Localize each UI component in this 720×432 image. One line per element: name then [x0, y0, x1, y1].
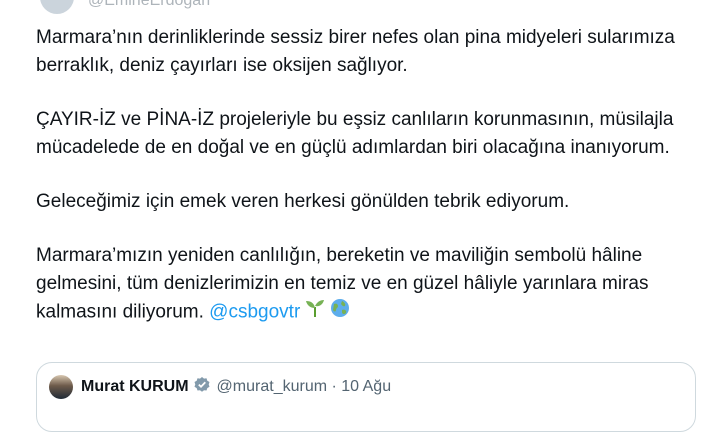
verified-badge-icon: [193, 376, 211, 399]
tweet-text: Marmara’nın derinliklerinde sessiz birer…: [36, 24, 696, 327]
globe-icon: [330, 298, 350, 327]
avatar[interactable]: [49, 375, 73, 399]
tweet-paragraph: Geleceğimiz için emek veren herkesi gönü…: [36, 191, 570, 212]
mention-link[interactable]: @csbgovtr: [209, 302, 300, 323]
author-handle[interactable]: @EmineErdogan: [88, 0, 210, 10]
quoted-tweet-header: Murat KURUM @murat_kurum · 10 Ağu: [49, 375, 391, 399]
quoted-tweet[interactable]: Murat KURUM @murat_kurum · 10 Ağu: [36, 362, 696, 432]
previous-tweet-header: @EmineErdogan: [0, 0, 720, 14]
quoted-author-handle[interactable]: @murat_kurum · 10 Ağu: [217, 378, 392, 396]
tweet-paragraph-last: Marmara’mızın yeniden canlılığın, bereke…: [36, 242, 696, 327]
tweet-paragraph: ÇAYIR-İZ ve PİNA-İZ projeleriyle bu eşsi…: [36, 109, 674, 158]
avatar[interactable]: [40, 0, 74, 14]
quoted-author-name[interactable]: Murat KURUM: [81, 378, 189, 396]
seedling-icon: [304, 298, 326, 327]
tweet-paragraph: Marmara’nın derinliklerinde sessiz birer…: [36, 27, 675, 76]
